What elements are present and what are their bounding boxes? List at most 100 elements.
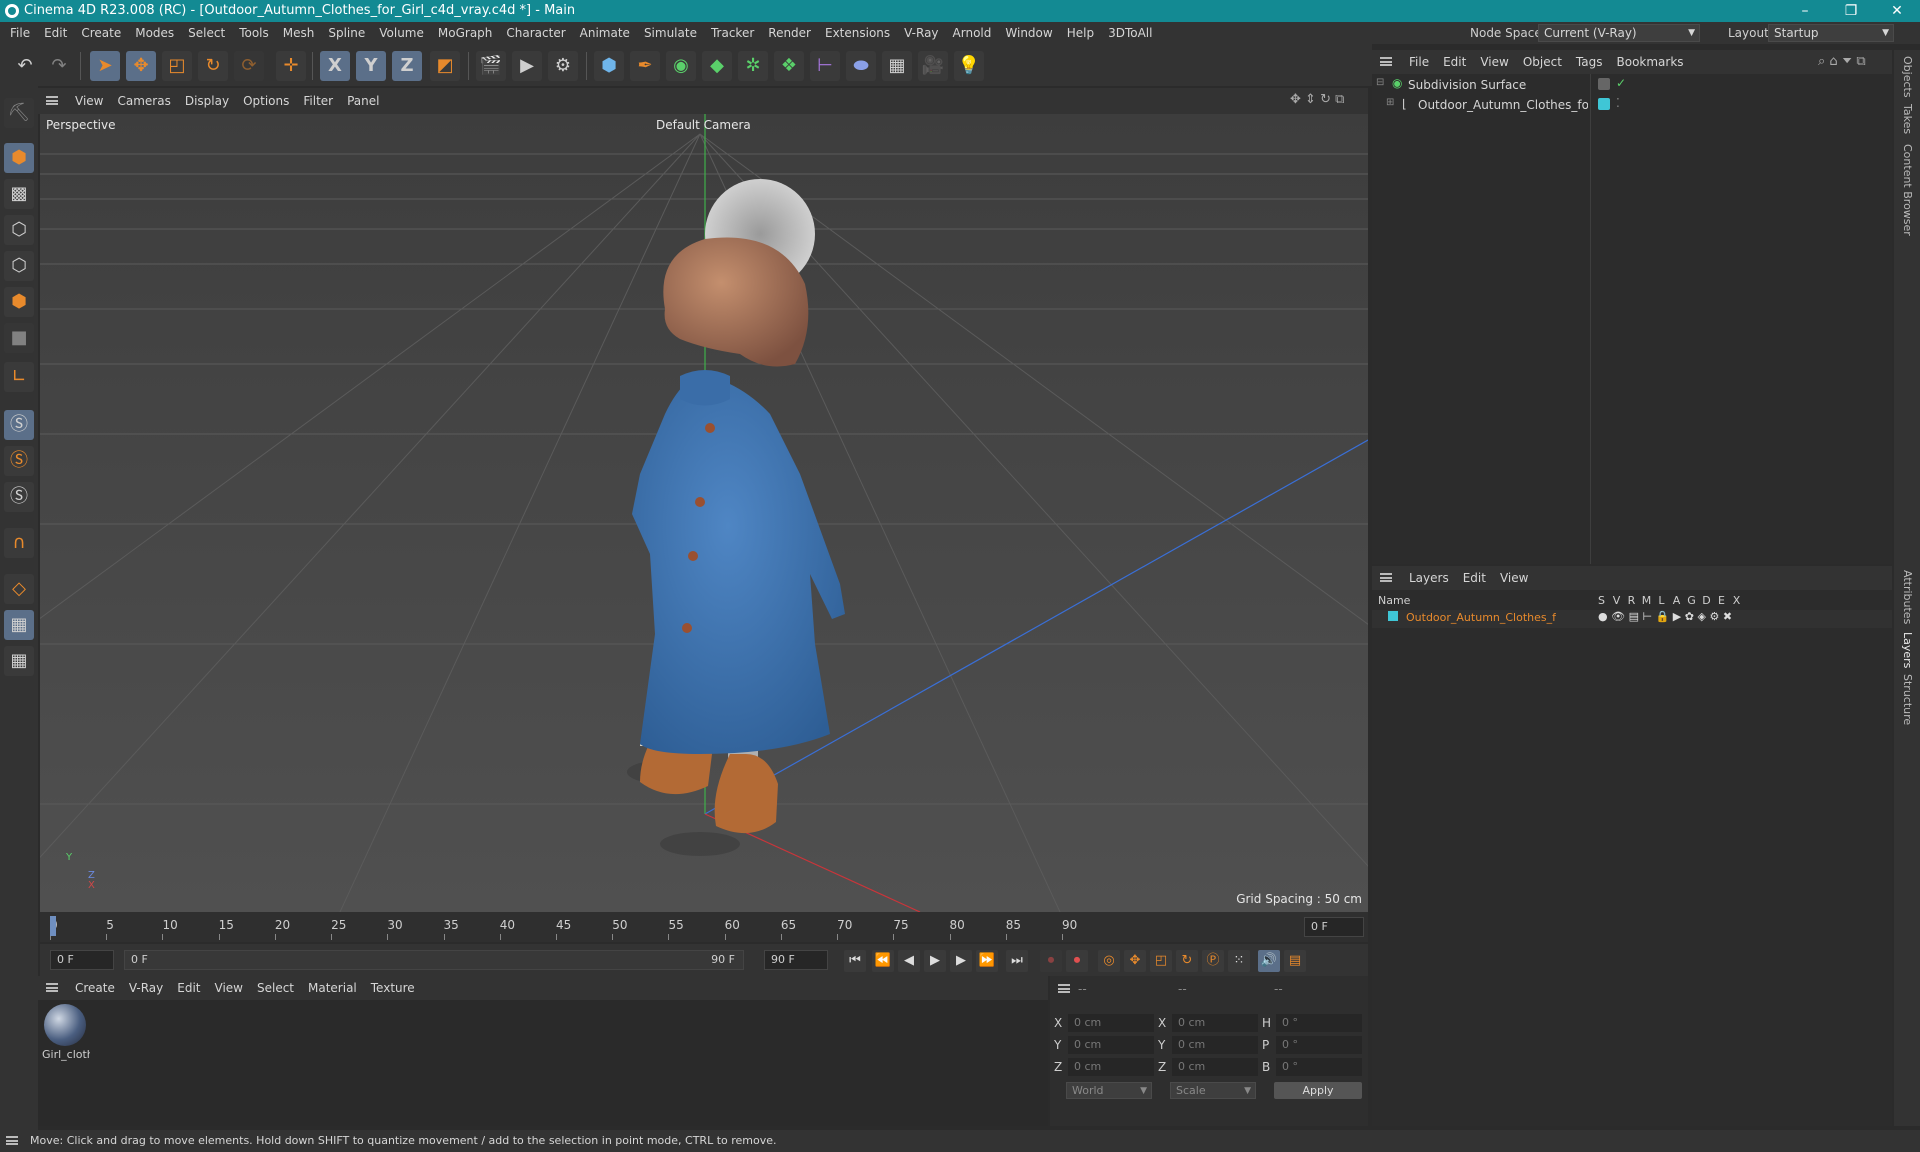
key-parameter-button[interactable]: Ⓟ: [1202, 950, 1224, 972]
snap-settings-button[interactable]: Ⓢ: [4, 446, 34, 476]
menu-tools[interactable]: Tools: [232, 22, 276, 44]
key-scale-button[interactable]: ◰: [1150, 950, 1172, 972]
tab-takes[interactable]: Takes: [1901, 104, 1914, 134]
material-menu-v-ray[interactable]: V-Ray: [122, 976, 170, 1000]
pos-z-field[interactable]: 0 cm: [1068, 1058, 1154, 1076]
object-row-subdivision[interactable]: ⊟ ◉ Subdivision Surface ✓: [1372, 76, 1892, 94]
coordinate-space-dropdown[interactable]: World ▼: [1066, 1082, 1152, 1099]
tab-content-browser[interactable]: Content Browser: [1901, 144, 1914, 236]
move-tool-button[interactable]: ✥: [126, 51, 156, 81]
restore-button[interactable]: ❐: [1828, 0, 1874, 22]
layer-name[interactable]: Outdoor_Autumn_Clothes_for_Girl: [1406, 611, 1556, 624]
axis-z-button[interactable]: Z: [392, 51, 422, 81]
hamburger-icon[interactable]: [6, 1136, 18, 1145]
rot-h-field[interactable]: 0 °: [1276, 1014, 1362, 1032]
expression-icon[interactable]: ⚙: [1709, 610, 1719, 623]
material-thumbnail[interactable]: [44, 1004, 86, 1046]
layer-row[interactable]: Outdoor_Autumn_Clothes_for_Girl ● 👁 ▤ ⊢ …: [1372, 610, 1892, 628]
material-manager-area[interactable]: Girl_cloth: [38, 1000, 1048, 1126]
key-position-button[interactable]: ✥: [1124, 950, 1146, 972]
menu-window[interactable]: Window: [998, 22, 1059, 44]
zoom-icon[interactable]: ⇕: [1305, 92, 1316, 107]
menu-animate[interactable]: Animate: [573, 22, 637, 44]
edge-mode-button[interactable]: ⬡: [4, 251, 34, 281]
light-button[interactable]: 💡: [954, 51, 984, 81]
mograph-cloner-button[interactable]: ✲: [738, 51, 768, 81]
go-to-start-button[interactable]: ⏮: [844, 950, 866, 972]
object-menu-object[interactable]: Object: [1516, 50, 1569, 74]
material-menu-edit[interactable]: Edit: [170, 976, 207, 1000]
current-frame-field[interactable]: 0 F: [1304, 917, 1364, 937]
apply-button[interactable]: Apply: [1274, 1082, 1362, 1099]
close-button[interactable]: ✕: [1874, 0, 1920, 22]
viewport-menu-options[interactable]: Options: [236, 88, 296, 114]
menu-file[interactable]: File: [3, 22, 37, 44]
maximize-icon[interactable]: ⧉: [1335, 92, 1344, 107]
pan-icon[interactable]: ✥: [1290, 92, 1301, 107]
new-window-icon[interactable]: ⧉: [1856, 54, 1865, 69]
end-frame-field[interactable]: 90 F: [764, 950, 828, 970]
hamburger-icon[interactable]: [1380, 57, 1392, 66]
undo-button[interactable]: ↶: [10, 51, 40, 81]
menu-simulate[interactable]: Simulate: [637, 22, 704, 44]
redo-button[interactable]: ↷: [44, 51, 74, 81]
object-menu-file[interactable]: File: [1402, 50, 1436, 74]
node-space-dropdown[interactable]: Current (V-Ray) ▼: [1538, 24, 1700, 42]
live-selection-button[interactable]: ➤: [90, 51, 120, 81]
object-menu-edit[interactable]: Edit: [1436, 50, 1473, 74]
object-name[interactable]: Outdoor_Autumn_Clothes_for_Girl: [1418, 98, 1588, 112]
eye-icon[interactable]: 👁: [1611, 610, 1625, 623]
generator-icon[interactable]: ✿: [1685, 610, 1694, 623]
viewport-nav-icons[interactable]: ✥ ⇕ ↻ ⧉: [1290, 92, 1344, 107]
layer-flag-toggles[interactable]: ● 👁 ▤ ⊢ 🔒 ▶ ✿ ◈ ⚙ ✖: [1598, 610, 1732, 623]
viewport-menu-view[interactable]: View: [68, 88, 110, 114]
home-icon[interactable]: ⌂: [1829, 54, 1837, 69]
material-name[interactable]: Girl_cloth: [42, 1048, 90, 1061]
size-y-field[interactable]: 0 cm: [1172, 1036, 1258, 1054]
scale-tool-button[interactable]: ◰: [162, 51, 192, 81]
subdivision-button[interactable]: ◉: [666, 51, 696, 81]
start-frame-field[interactable]: 0 F: [50, 950, 114, 970]
rot-p-field[interactable]: 0 °: [1276, 1036, 1362, 1054]
menu-edit[interactable]: Edit: [37, 22, 74, 44]
menu-select[interactable]: Select: [181, 22, 232, 44]
playhead[interactable]: [50, 916, 56, 936]
motion-tracking-button[interactable]: 🔊: [1258, 950, 1280, 972]
rotate-tool-button[interactable]: ↻: [198, 51, 228, 81]
expand-icon[interactable]: ⊞: [1386, 97, 1394, 108]
animation-play-icon[interactable]: ▶: [1673, 610, 1681, 623]
size-x-field[interactable]: 0 cm: [1172, 1014, 1258, 1032]
snap-3d-button[interactable]: Ⓢ: [4, 482, 34, 512]
tab-objects[interactable]: Objects: [1901, 56, 1914, 98]
material-menu-view[interactable]: View: [208, 976, 250, 1000]
axis-y-button[interactable]: Y: [356, 51, 386, 81]
camera-label[interactable]: Default Camera: [656, 118, 751, 132]
camera-button[interactable]: 🎥: [918, 51, 948, 81]
deformer-button[interactable]: ⊢: [810, 51, 840, 81]
layer-menu-edit[interactable]: Edit: [1456, 566, 1493, 590]
extrude-button[interactable]: ◆: [702, 51, 732, 81]
menu-3dtoall[interactable]: 3DToAll: [1101, 22, 1159, 44]
snap-button[interactable]: Ⓢ: [4, 410, 34, 440]
visibility-dots-icon[interactable]: ⁚: [1616, 96, 1620, 110]
layer-menu-view[interactable]: View: [1493, 566, 1535, 590]
recent-tools-button[interactable]: ⟳: [234, 51, 264, 81]
render-toggle-icon[interactable]: ▤: [1629, 610, 1639, 623]
record-active-button[interactable]: ⏺: [1040, 950, 1062, 972]
material-menu-create[interactable]: Create: [68, 976, 122, 1000]
material-menu-select[interactable]: Select: [250, 976, 301, 1000]
play-button[interactable]: ▶: [924, 950, 946, 972]
lock-icon[interactable]: 🔒: [1656, 610, 1670, 623]
viewport-menu-cameras[interactable]: Cameras: [110, 88, 177, 114]
menu-create[interactable]: Create: [74, 22, 128, 44]
tab-layers[interactable]: Layers: [1901, 632, 1914, 668]
pos-y-field[interactable]: 0 cm: [1068, 1036, 1154, 1054]
hamburger-icon[interactable]: [46, 983, 58, 992]
axis-mode-button[interactable]: ∟: [4, 362, 34, 392]
solo-toggle-icon[interactable]: ●: [1598, 610, 1608, 623]
create-tool-button[interactable]: ✛: [276, 51, 306, 81]
hamburger-icon[interactable]: [46, 96, 58, 105]
timeline-ruler[interactable]: 051015202530354045505560657075808590 0 F: [40, 912, 1368, 942]
tab-attributes[interactable]: Attributes: [1901, 570, 1914, 624]
search-icon[interactable]: ⌕: [1818, 54, 1825, 69]
